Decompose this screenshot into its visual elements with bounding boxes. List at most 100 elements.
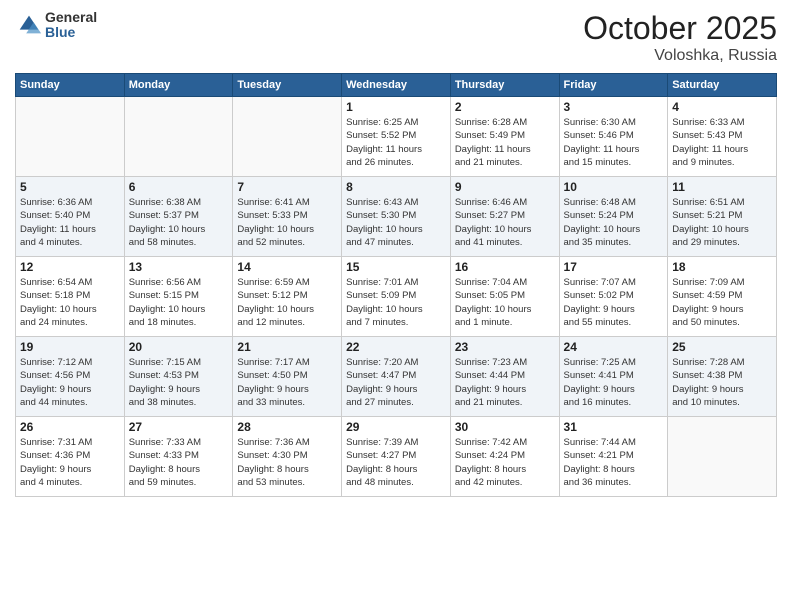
logo: General Blue — [15, 10, 97, 41]
weekday-header-thursday: Thursday — [450, 74, 559, 97]
calendar-cell: 13Sunrise: 6:56 AM Sunset: 5:15 PM Dayli… — [124, 257, 233, 337]
day-number: 13 — [129, 260, 229, 274]
weekday-header-monday: Monday — [124, 74, 233, 97]
calendar-cell: 23 Sunrise: 7:23 AM Sunset: 4:44 PM Dayli… — [450, 337, 559, 417]
calendar-cell: 4Sunrise: 6:33 AM Sunset: 5:43 PM Daylig… — [668, 97, 777, 177]
logo-icon — [15, 11, 43, 39]
day-info: Sunrise: 7:20 AM Sunset: 4:47 PM Dayligh… — [346, 356, 446, 409]
calendar-cell: 31 Sunrise: 7:44 AM Sunset: 4:21 PM Dayli… — [559, 417, 668, 497]
calendar-cell: 7 Sunrise: 6:41 AM Sunset: 5:33 PM Daylig… — [233, 177, 342, 257]
calendar-cell: 29 Sunrise: 7:39 AM Sunset: 4:27 PM Dayli… — [342, 417, 451, 497]
day-number: 4 — [672, 100, 772, 114]
calendar-cell: 17 Sunrise: 7:07 AM Sunset: 5:02 PM Dayli… — [559, 257, 668, 337]
calendar-cell: 6Sunrise: 6:38 AM Sunset: 5:37 PM Daylig… — [124, 177, 233, 257]
weekday-header-tuesday: Tuesday — [233, 74, 342, 97]
calendar-cell: 14 Sunrise: 6:59 AM Sunset: 5:12 PM Dayli… — [233, 257, 342, 337]
calendar-cell: 26Sunrise: 7:31 AM Sunset: 4:36 PM Dayli… — [16, 417, 125, 497]
header: General Blue October 2025 Voloshka, Russ… — [15, 10, 777, 65]
day-number: 3 — [564, 100, 664, 114]
day-number: 24 — [564, 340, 664, 354]
day-info: Sunrise: 6:59 AM Sunset: 5:12 PM Dayligh… — [237, 276, 337, 329]
day-number: 14 — [237, 260, 337, 274]
day-number: 7 — [237, 180, 337, 194]
day-info: Sunrise: 7:33 AM Sunset: 4:33 PM Dayligh… — [129, 436, 229, 489]
day-number: 6 — [129, 180, 229, 194]
week-row-1: 1 Sunrise: 6:25 AM Sunset: 5:52 PM Daylig… — [16, 97, 777, 177]
calendar-cell: 18Sunrise: 7:09 AM Sunset: 4:59 PM Dayli… — [668, 257, 777, 337]
location: Voloshka, Russia — [583, 47, 777, 65]
calendar-table: SundayMondayTuesdayWednesdayThursdayFrid… — [15, 73, 777, 497]
day-number: 20 — [129, 340, 229, 354]
day-number: 5 — [20, 180, 120, 194]
calendar-cell: 5 Sunrise: 6:36 AM Sunset: 5:40 PM Daylig… — [16, 177, 125, 257]
day-number: 22 — [346, 340, 446, 354]
day-number: 11 — [672, 180, 772, 194]
day-number: 28 — [237, 420, 337, 434]
calendar-cell: 22 Sunrise: 7:20 AM Sunset: 4:47 PM Dayli… — [342, 337, 451, 417]
day-info: Sunrise: 6:54 AM Sunset: 5:18 PM Dayligh… — [20, 276, 120, 329]
day-info: Sunrise: 7:28 AM Sunset: 4:38 PM Dayligh… — [672, 356, 772, 409]
day-number: 21 — [237, 340, 337, 354]
logo-general: General — [45, 10, 97, 25]
day-number: 16 — [455, 260, 555, 274]
day-number: 31 — [564, 420, 664, 434]
weekday-header-sunday: Sunday — [16, 74, 125, 97]
day-number: 30 — [455, 420, 555, 434]
week-row-4: 19Sunrise: 7:12 AM Sunset: 4:56 PM Dayli… — [16, 337, 777, 417]
day-info: Sunrise: 6:25 AM Sunset: 5:52 PM Dayligh… — [346, 116, 446, 169]
weekday-header-friday: Friday — [559, 74, 668, 97]
calendar-cell: 28 Sunrise: 7:36 AM Sunset: 4:30 PM Dayli… — [233, 417, 342, 497]
month-title: October 2025 Voloshka, Russia — [583, 10, 777, 65]
week-row-5: 26Sunrise: 7:31 AM Sunset: 4:36 PM Dayli… — [16, 417, 777, 497]
calendar-cell: 9 Sunrise: 6:46 AM Sunset: 5:27 PM Daylig… — [450, 177, 559, 257]
calendar-cell — [16, 97, 125, 177]
calendar-cell: 20Sunrise: 7:15 AM Sunset: 4:53 PM Dayli… — [124, 337, 233, 417]
calendar-cell: 1 Sunrise: 6:25 AM Sunset: 5:52 PM Daylig… — [342, 97, 451, 177]
day-number: 1 — [346, 100, 446, 114]
logo-text: General Blue — [45, 10, 97, 41]
day-info: Sunrise: 7:07 AM Sunset: 5:02 PM Dayligh… — [564, 276, 664, 329]
calendar-cell: 11 Sunrise: 6:51 AM Sunset: 5:21 PM Dayli… — [668, 177, 777, 257]
day-number: 8 — [346, 180, 446, 194]
day-info: Sunrise: 7:23 AM Sunset: 4:44 PM Dayligh… — [455, 356, 555, 409]
calendar-cell: 19Sunrise: 7:12 AM Sunset: 4:56 PM Dayli… — [16, 337, 125, 417]
day-info: Sunrise: 7:44 AM Sunset: 4:21 PM Dayligh… — [564, 436, 664, 489]
calendar-cell: 8 Sunrise: 6:43 AM Sunset: 5:30 PM Daylig… — [342, 177, 451, 257]
month-year: October 2025 — [583, 10, 777, 47]
day-info: Sunrise: 7:01 AM Sunset: 5:09 PM Dayligh… — [346, 276, 446, 329]
day-number: 25 — [672, 340, 772, 354]
day-info: Sunrise: 6:48 AM Sunset: 5:24 PM Dayligh… — [564, 196, 664, 249]
day-number: 27 — [129, 420, 229, 434]
calendar-cell: 27 Sunrise: 7:33 AM Sunset: 4:33 PM Dayli… — [124, 417, 233, 497]
day-number: 26 — [20, 420, 120, 434]
day-info: Sunrise: 6:43 AM Sunset: 5:30 PM Dayligh… — [346, 196, 446, 249]
day-number: 29 — [346, 420, 446, 434]
calendar-container: General Blue October 2025 Voloshka, Russ… — [0, 0, 792, 612]
day-info: Sunrise: 6:41 AM Sunset: 5:33 PM Dayligh… — [237, 196, 337, 249]
day-number: 12 — [20, 260, 120, 274]
day-info: Sunrise: 6:36 AM Sunset: 5:40 PM Dayligh… — [20, 196, 120, 249]
day-info: Sunrise: 6:46 AM Sunset: 5:27 PM Dayligh… — [455, 196, 555, 249]
day-number: 15 — [346, 260, 446, 274]
calendar-cell: 24 Sunrise: 7:25 AM Sunset: 4:41 PM Dayli… — [559, 337, 668, 417]
calendar-cell: 25 Sunrise: 7:28 AM Sunset: 4:38 PM Dayli… — [668, 337, 777, 417]
calendar-cell: 15 Sunrise: 7:01 AM Sunset: 5:09 PM Dayli… — [342, 257, 451, 337]
weekday-header-wednesday: Wednesday — [342, 74, 451, 97]
day-number: 18 — [672, 260, 772, 274]
day-info: Sunrise: 6:51 AM Sunset: 5:21 PM Dayligh… — [672, 196, 772, 249]
day-info: Sunrise: 7:25 AM Sunset: 4:41 PM Dayligh… — [564, 356, 664, 409]
day-number: 17 — [564, 260, 664, 274]
calendar-cell — [668, 417, 777, 497]
day-number: 23 — [455, 340, 555, 354]
calendar-cell — [124, 97, 233, 177]
calendar-cell: 21Sunrise: 7:17 AM Sunset: 4:50 PM Dayli… — [233, 337, 342, 417]
day-info: Sunrise: 7:36 AM Sunset: 4:30 PM Dayligh… — [237, 436, 337, 489]
day-info: Sunrise: 6:30 AM Sunset: 5:46 PM Dayligh… — [564, 116, 664, 169]
day-info: Sunrise: 7:12 AM Sunset: 4:56 PM Dayligh… — [20, 356, 120, 409]
calendar-cell: 12 Sunrise: 6:54 AM Sunset: 5:18 PM Dayli… — [16, 257, 125, 337]
day-number: 9 — [455, 180, 555, 194]
day-info: Sunrise: 6:28 AM Sunset: 5:49 PM Dayligh… — [455, 116, 555, 169]
day-number: 10 — [564, 180, 664, 194]
day-info: Sunrise: 7:04 AM Sunset: 5:05 PM Dayligh… — [455, 276, 555, 329]
day-info: Sunrise: 7:39 AM Sunset: 4:27 PM Dayligh… — [346, 436, 446, 489]
